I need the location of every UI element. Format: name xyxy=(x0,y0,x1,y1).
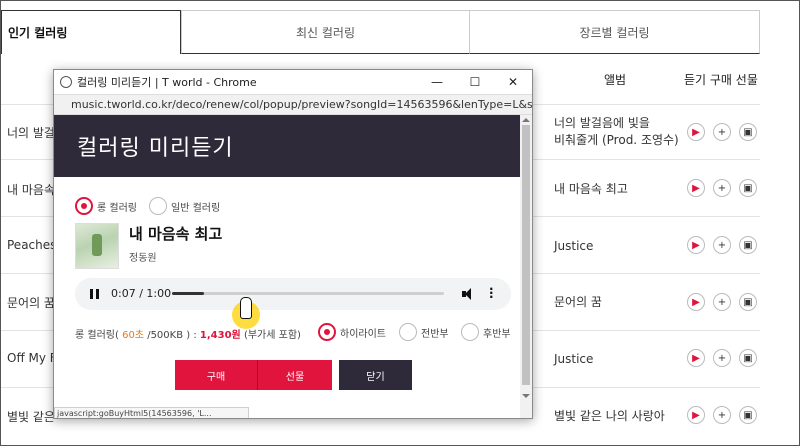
add-icon[interactable]: + xyxy=(713,293,731,311)
add-icon[interactable]: + xyxy=(713,123,731,141)
radio-highlight[interactable]: 하이라이트 xyxy=(318,323,386,341)
scroll-down-icon[interactable] xyxy=(522,394,530,398)
pause-icon[interactable] xyxy=(90,289,99,299)
album-cell-line: 비춰줄게 (Prod. 조영수) xyxy=(554,133,679,147)
actions-column-header: 듣기 구매 선물 xyxy=(684,73,758,87)
radio-selected-icon xyxy=(318,323,336,341)
radio-label: 하이라이트 xyxy=(340,328,386,340)
add-icon[interactable]: + xyxy=(713,406,731,424)
address-bar[interactable]: music.tworld.co.kr/deco/renew/col/popup/… xyxy=(54,94,532,115)
album-cell: 문어의 꿈 xyxy=(554,295,602,309)
play-icon[interactable]: ▶ xyxy=(687,123,705,141)
buy-button[interactable]: 구매 xyxy=(175,360,257,390)
album-cell: Justice xyxy=(554,352,594,366)
row-controls: ▶ + ▣ xyxy=(687,406,757,424)
duration-text: 60초 xyxy=(122,330,145,341)
album-art-image xyxy=(75,223,119,269)
song-title-cell[interactable]: Off My F xyxy=(7,351,57,365)
tab-genre-coloring[interactable]: 장르별 컬러링 xyxy=(469,10,760,54)
album-cell-line: 너의 발걸음에 빛을 xyxy=(554,116,650,130)
screen: 인기 컬러링 최신 컬러링 장르별 컬러링 앨범 듣기 구매 선물 너의 발걸 … xyxy=(0,0,800,446)
size-text: /500KB ) : xyxy=(147,330,197,341)
price-info-prefix: 롱 컬러링( xyxy=(75,330,119,341)
row-controls: ▶ + ▣ xyxy=(687,123,757,141)
close-icon[interactable]: ✕ xyxy=(494,70,532,94)
play-icon[interactable]: ▶ xyxy=(687,293,705,311)
more-options-icon[interactable]: · · · xyxy=(489,283,494,303)
gift-icon[interactable]: ▣ xyxy=(739,349,757,367)
tab-bar: 인기 컬러링 최신 컬러링 장르별 컬러링 xyxy=(1,10,760,54)
radio-empty-icon xyxy=(399,323,417,341)
radio-normal-coloring[interactable]: 일반 컬러링 xyxy=(149,197,220,215)
add-icon[interactable]: + xyxy=(713,349,731,367)
add-icon[interactable]: + xyxy=(713,236,731,254)
play-icon[interactable]: ▶ xyxy=(687,349,705,367)
row-controls: ▶ + ▣ xyxy=(687,179,757,197)
album-cell: Justice xyxy=(554,239,594,253)
gift-icon[interactable]: ▣ xyxy=(739,236,757,254)
globe-icon xyxy=(60,76,72,88)
popup-content: 컬러링 미리듣기 롱 컬러링 일반 컬러링 내 마음속 최고 정동원 0:07 … xyxy=(54,115,520,418)
price-info: 롱 컬러링( 60초 /500KB ) : 1,430원 (부가세 포함) xyxy=(75,326,301,341)
radio-label: 일반 컬러링 xyxy=(171,202,221,214)
radio-first-half[interactable]: 전반부 xyxy=(399,323,449,341)
song-title-cell[interactable]: Peaches xyxy=(7,238,56,252)
price-text: 1,430원 xyxy=(199,330,241,341)
audio-player: 0:07 / 1:00 · · · xyxy=(75,278,511,310)
scroll-up-icon[interactable] xyxy=(522,118,530,122)
gift-icon[interactable]: ▣ xyxy=(739,406,757,424)
vertical-scrollbar[interactable] xyxy=(520,115,532,418)
vat-text: (부가세 포함) xyxy=(243,330,301,341)
row-controls: ▶ + ▣ xyxy=(687,349,757,367)
radio-empty-icon xyxy=(461,323,479,341)
minimize-icon[interactable]: — xyxy=(418,70,456,94)
row-controls: ▶ + ▣ xyxy=(687,236,757,254)
album-cell: 별빛 같은 나의 사랑아 xyxy=(554,409,665,423)
url-text: music.tworld.co.kr/deco/renew/col/popup/… xyxy=(71,98,532,111)
song-title-cell[interactable]: 너의 발걸 xyxy=(7,124,55,141)
tab-new-coloring[interactable]: 최신 컬러링 xyxy=(181,10,469,54)
window-title: 컬러링 미리듣기 | T world - Chrome xyxy=(77,76,257,89)
radio-selected-icon xyxy=(75,197,93,215)
progress-track[interactable] xyxy=(172,292,444,295)
song-title-cell[interactable]: 내 마음속 xyxy=(7,181,55,198)
popup-banner: 컬러링 미리듣기 xyxy=(54,115,520,177)
song-title: 내 마음속 최고 xyxy=(129,225,223,243)
close-button[interactable]: 닫기 xyxy=(339,360,412,390)
gift-icon[interactable]: ▣ xyxy=(739,123,757,141)
preview-popup-window: 컬러링 미리듣기 | T world - Chrome — ☐ ✕ music.… xyxy=(53,69,533,419)
radio-label: 전반부 xyxy=(421,328,449,340)
album-cell: 너의 발걸음에 빛을 비춰줄게 (Prod. 조영수) xyxy=(554,115,679,149)
album-cell: 내 마음속 최고 xyxy=(554,182,628,196)
tab-popular-coloring[interactable]: 인기 컬러링 xyxy=(1,10,181,54)
radio-label: 롱 컬러링 xyxy=(97,202,137,214)
artist-name: 정동원 xyxy=(129,253,157,264)
play-icon[interactable]: ▶ xyxy=(687,406,705,424)
window-controls: — ☐ ✕ xyxy=(418,70,532,94)
hand-cursor-icon xyxy=(240,297,252,319)
progress-fill xyxy=(172,292,204,295)
radio-label: 후반부 xyxy=(483,328,511,340)
gift-icon[interactable]: ▣ xyxy=(739,179,757,197)
volume-icon[interactable] xyxy=(462,287,476,301)
play-icon[interactable]: ▶ xyxy=(687,236,705,254)
player-time: 0:07 / 1:00 xyxy=(111,287,172,300)
scroll-thumb[interactable] xyxy=(522,125,530,385)
status-bar-link: javascript:goBuyHtml5(14563596, 'L... xyxy=(54,407,249,418)
album-column-header: 앨범 xyxy=(604,73,627,87)
radio-second-half[interactable]: 후반부 xyxy=(461,323,511,341)
gift-button[interactable]: 선물 xyxy=(257,360,332,390)
maximize-icon[interactable]: ☐ xyxy=(456,70,494,94)
radio-long-coloring[interactable]: 롱 컬러링 xyxy=(75,197,137,215)
row-controls: ▶ + ▣ xyxy=(687,293,757,311)
add-icon[interactable]: + xyxy=(713,179,731,197)
window-titlebar[interactable]: 컬러링 미리듣기 | T world - Chrome — ☐ ✕ xyxy=(54,70,532,94)
gift-icon[interactable]: ▣ xyxy=(739,293,757,311)
song-title-cell[interactable]: 별빛 같은 xyxy=(7,408,55,425)
radio-empty-icon xyxy=(149,197,167,215)
play-icon[interactable]: ▶ xyxy=(687,179,705,197)
song-title-cell[interactable]: 문어의 꿈 xyxy=(7,294,55,311)
